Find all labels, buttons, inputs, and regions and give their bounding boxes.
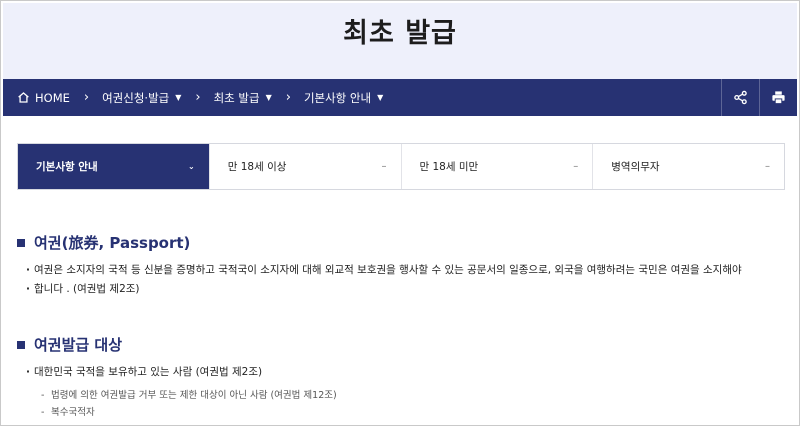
tab-label: 기본사항 안내 bbox=[36, 161, 98, 173]
square-bullet-icon bbox=[17, 340, 25, 349]
caret-down-icon: ▼ bbox=[377, 93, 384, 102]
section-text-cont: 합니다 . (여권법 제2조) bbox=[17, 280, 783, 299]
dash-icon: – bbox=[381, 161, 387, 172]
breadcrumb-home-label: HOME bbox=[35, 90, 70, 105]
tab-minor[interactable]: 만 18세 미만 – bbox=[400, 144, 593, 189]
breadcrumb-item-apply[interactable]: 여권신청·발급 ▼ bbox=[102, 90, 181, 106]
breadcrumb-item-first-issue[interactable]: 최초 발급 ▼ bbox=[214, 90, 272, 106]
breadcrumb: HOME › 여권신청·발급 ▼ › 최초 발급 ▼ › 기본사항 안내 ▼ bbox=[3, 79, 721, 116]
section-heading: 여권발급 대상 bbox=[17, 334, 783, 355]
content-tabs: 기본사항 안내 ⌄ 만 18세 이상 – 만 18세 미만 – 병역의무자 – bbox=[17, 143, 785, 190]
breadcrumb-home[interactable]: HOME bbox=[17, 91, 70, 105]
section-text-line: 합니다 . (여권법 제2조) bbox=[34, 283, 140, 295]
tab-adult[interactable]: 만 18세 이상 – bbox=[208, 144, 401, 189]
print-icon bbox=[772, 91, 785, 105]
dash-icon: – bbox=[573, 161, 579, 172]
share-icon bbox=[734, 90, 747, 105]
breadcrumb-item-label: 여권신청·발급 bbox=[102, 90, 170, 105]
square-bullet-icon bbox=[17, 238, 25, 247]
chevron-right-icon: › bbox=[195, 90, 201, 105]
sub-item: 법령에 의한 여권발급 거부 또는 제한 대상이 아닌 사람 (여권법 제12조… bbox=[17, 387, 783, 404]
section-heading: 여권(旅券, Passport) bbox=[17, 232, 783, 253]
home-icon bbox=[18, 92, 29, 103]
tab-label: 만 18세 이상 bbox=[227, 161, 287, 173]
chevron-down-icon: ⌄ bbox=[188, 162, 195, 171]
section-text: 대한민국 국적을 보유하고 있는 사람 (여권법 제2조) bbox=[17, 363, 783, 382]
chevron-right-icon: › bbox=[83, 90, 90, 105]
page-title: 최초 발급 bbox=[343, 17, 457, 49]
sub-item: 복수국적자 bbox=[17, 404, 783, 421]
section-target: 여권발급 대상 대한민국 국적을 보유하고 있는 사람 (여권법 제2조) 법령… bbox=[17, 334, 783, 421]
sub-item-text: 복수국적자 bbox=[51, 407, 95, 418]
breadcrumb-item-basics[interactable]: 기본사항 안내 ▼ bbox=[304, 90, 383, 106]
chevron-right-icon: › bbox=[285, 90, 291, 105]
print-button[interactable] bbox=[759, 79, 797, 116]
section-title: 여권발급 대상 bbox=[34, 336, 123, 354]
tab-basics[interactable]: 기본사항 안내 ⌄ bbox=[18, 144, 209, 189]
caret-down-icon: ▼ bbox=[265, 93, 272, 102]
tab-military[interactable]: 병역의무자 – bbox=[592, 144, 784, 189]
section-title: 여권(旅券, Passport) bbox=[34, 234, 191, 252]
breadcrumb-bar: HOME › 여권신청·발급 ▼ › 최초 발급 ▼ › 기본사항 안내 ▼ bbox=[3, 79, 797, 116]
sub-item-text: 법령에 의한 여권발급 거부 또는 제한 대상이 아닌 사람 (여권법 제12조… bbox=[51, 390, 337, 401]
tab-label: 병역의무자 bbox=[611, 161, 660, 173]
breadcrumb-item-label: 최초 발급 bbox=[213, 90, 260, 105]
breadcrumb-item-label: 기본사항 안내 bbox=[303, 90, 372, 105]
section-passport: 여권(旅券, Passport) 여권은 소지자의 국적 등 신분을 증명하고 … bbox=[17, 232, 783, 299]
dash-icon: – bbox=[765, 161, 770, 172]
section-text: 여권은 소지자의 국적 등 신분을 증명하고 국적국이 소지자에 대해 외교적 … bbox=[17, 261, 783, 280]
caret-down-icon: ▼ bbox=[175, 93, 182, 102]
tab-label: 만 18세 미만 bbox=[419, 161, 479, 173]
page-header: 최초 발급 bbox=[3, 3, 797, 79]
share-button[interactable] bbox=[721, 79, 759, 116]
